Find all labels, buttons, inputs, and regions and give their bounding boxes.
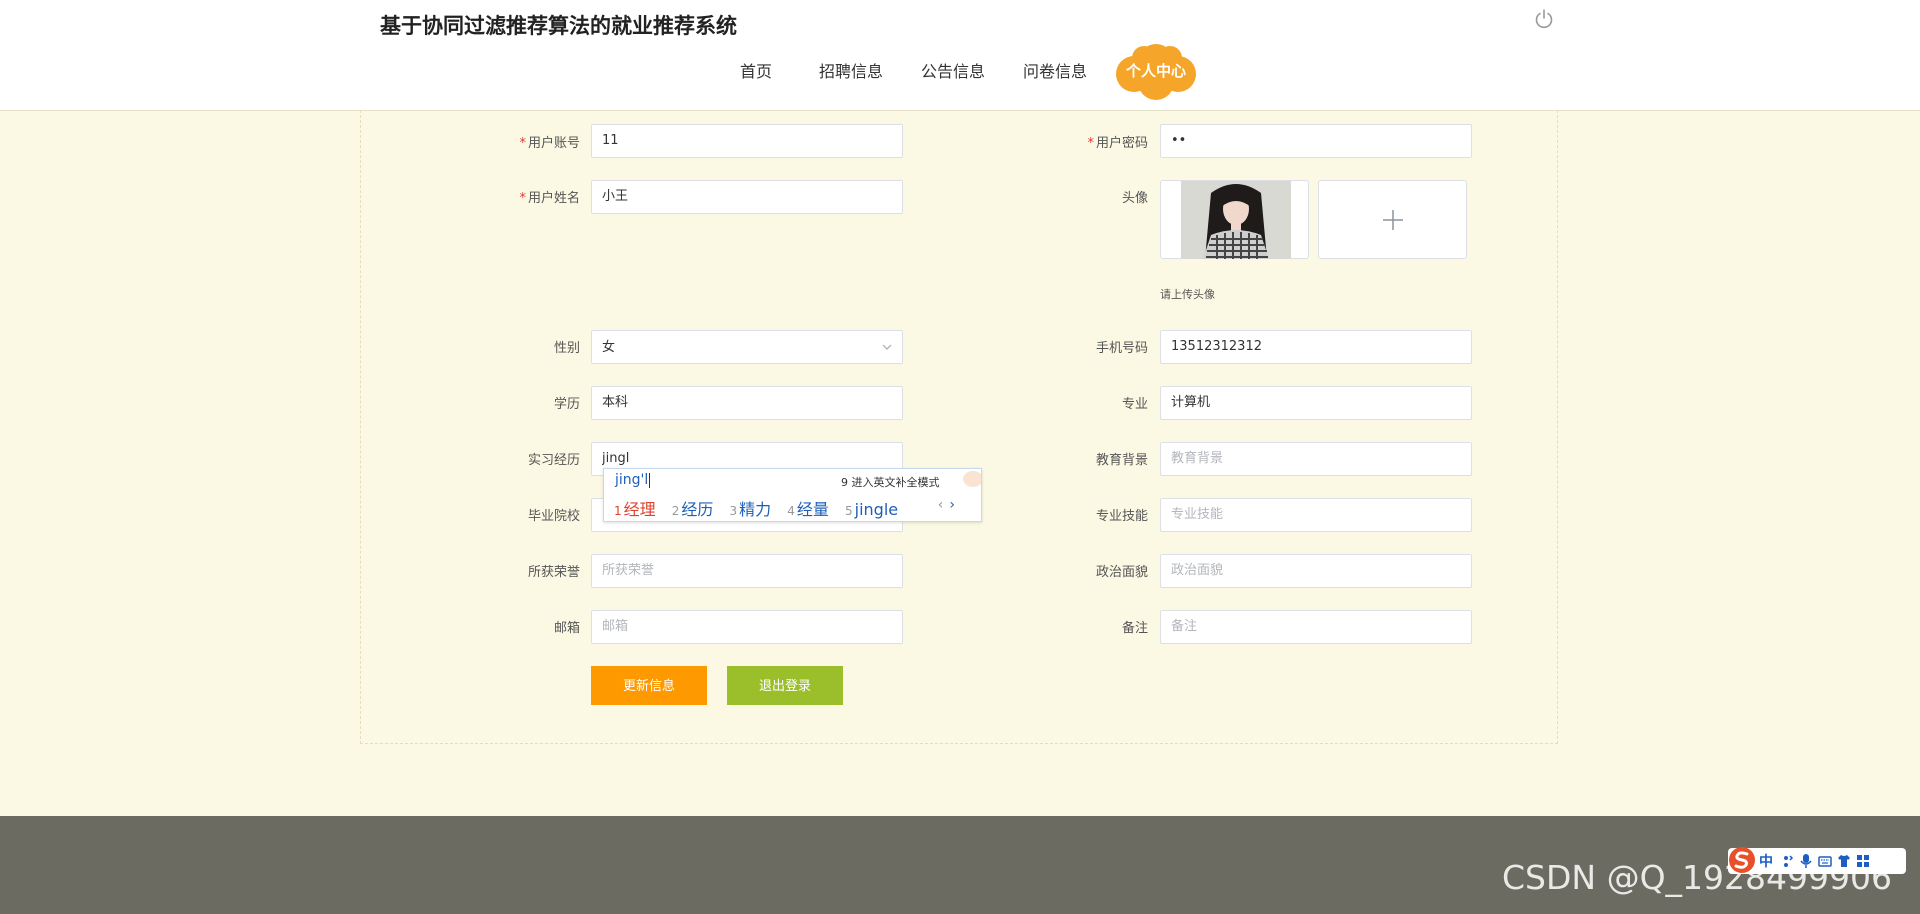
email-input[interactable] [591, 610, 903, 644]
name-label: * 用户姓名 [519, 191, 580, 206]
ime-candidate-list: 1 经理 2 经历 3 精力 4 经量 5 jingle [614, 496, 909, 520]
email-label: 邮箱 [553, 621, 580, 636]
sogou-logo-icon [1729, 847, 1755, 873]
ime-candidate[interactable]: 3 精力 [730, 496, 772, 520]
remark-label: 备注 [1121, 621, 1148, 636]
skin-shirt-icon[interactable] [1837, 853, 1851, 869]
ime-next-page-icon[interactable]: › [949, 497, 955, 513]
password-input[interactable] [1160, 124, 1472, 158]
site-title: 基于协同过滤推荐算法的就业推荐系统 [380, 14, 737, 38]
school-label: 毕业院校 [527, 509, 580, 524]
ime-english-mode-hint[interactable]: 9 进入英文补全模式 [841, 474, 940, 490]
chevron-down-icon [882, 344, 892, 350]
account-label: * 用户账号 [519, 136, 580, 151]
edu-background-label: 教育背景 [1095, 453, 1148, 468]
name-input[interactable] [591, 180, 903, 214]
gender-label: 性别 [553, 341, 580, 356]
avatar-preview[interactable] [1160, 180, 1309, 259]
punctuation-icon[interactable] [1781, 853, 1795, 869]
nav-profile-center[interactable]: 个人中心 [1110, 60, 1202, 81]
avatar-label: 头像 [1121, 191, 1148, 206]
logout-button[interactable]: 退出登录 [727, 666, 843, 705]
password-label: * 用户密码 [1087, 136, 1148, 151]
avatar-hint: 请上传头像 [1160, 288, 1215, 301]
major-label: 专业 [1121, 397, 1148, 412]
update-info-button[interactable]: 更新信息 [591, 666, 707, 705]
keyboard-icon[interactable] [1818, 853, 1832, 869]
power-icon[interactable] [1533, 8, 1555, 30]
skills-label: 专业技能 [1095, 509, 1148, 524]
political-label: 政治面貌 [1095, 565, 1148, 580]
ime-candidate[interactable]: 2 经历 [672, 496, 714, 520]
political-input[interactable] [1160, 554, 1472, 588]
remark-input[interactable] [1160, 610, 1472, 644]
ime-candidate[interactable]: 5 jingle [845, 500, 898, 519]
ime-candidate-popup: jing'l 9 进入英文补全模式 1 经理 2 经历 3 精力 4 经量 5 jingl… [603, 468, 982, 522]
internship-label: 实习经历 [527, 453, 580, 468]
avatar-upload-button[interactable] [1318, 180, 1467, 259]
microphone-icon[interactable] [1799, 853, 1813, 869]
toolbox-grid-icon[interactable] [1856, 853, 1870, 869]
phone-label: 手机号码 [1095, 341, 1148, 356]
nav-notices[interactable]: 公告信息 [921, 58, 985, 82]
ime-page-arrows: ‹ › [938, 497, 955, 513]
education-label: 学历 [553, 397, 580, 412]
gender-select[interactable]: 女 [591, 330, 903, 364]
phone-input[interactable] [1160, 330, 1472, 364]
ime-composition: jing'l [615, 472, 651, 488]
major-input[interactable] [1160, 386, 1472, 420]
ime-prev-page-icon[interactable]: ‹ [938, 497, 944, 513]
top-header: 基于协同过滤推荐算法的就业推荐系统 首页 招聘信息 公告信息 问卷信息 个人中心 [0, 0, 1920, 111]
avatar-photo [1181, 181, 1291, 259]
skills-input[interactable] [1160, 498, 1472, 532]
education-input[interactable] [591, 386, 903, 420]
plus-icon [1383, 210, 1403, 230]
ime-toolbar[interactable]: 中 [1728, 847, 1906, 874]
nav-surveys[interactable]: 问卷信息 [1023, 58, 1087, 82]
account-input[interactable] [591, 124, 903, 158]
honors-input[interactable] [591, 554, 903, 588]
ime-mode-indicator[interactable]: 中 [1759, 851, 1773, 871]
gender-value: 女 [602, 340, 616, 355]
ime-candidate[interactable]: 1 经理 [614, 496, 656, 520]
edu-background-input[interactable] [1160, 442, 1472, 476]
nav-home[interactable]: 首页 [740, 58, 772, 82]
honors-label: 所获荣誉 [527, 565, 580, 580]
ime-candidate[interactable]: 4 经量 [787, 496, 829, 520]
ime-skin-decoration-icon [963, 471, 981, 487]
nav-jobs[interactable]: 招聘信息 [819, 58, 883, 82]
